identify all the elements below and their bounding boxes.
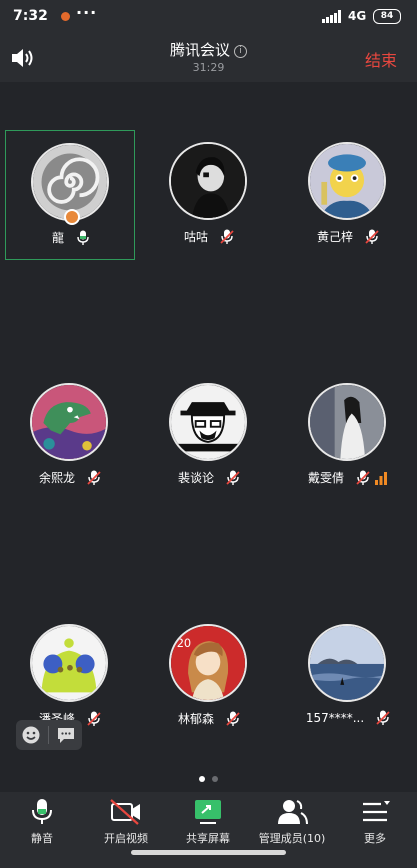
avatar-image	[310, 626, 384, 700]
chat-icon[interactable]	[56, 726, 76, 744]
start-video-label: 开启视频	[104, 832, 148, 845]
manage-members-label: 管理成员(10)	[258, 832, 326, 845]
participant-name-row: 咕咕	[144, 228, 274, 248]
manage-members-button[interactable]: 管理成员(10)	[250, 798, 334, 848]
avatar-image: 20	[171, 626, 245, 700]
avatar-image	[310, 385, 384, 459]
avatar-image	[33, 145, 107, 219]
participant-name-row: 戴雯倩	[283, 469, 413, 489]
reaction-chat-pill	[16, 720, 82, 750]
more-button[interactable]: 更多	[333, 798, 417, 848]
share-screen-button[interactable]: 共享屏幕	[166, 798, 250, 848]
start-video-button[interactable]: 开启视频	[84, 798, 168, 848]
emoji-icon[interactable]	[21, 725, 41, 745]
home-indicator	[131, 850, 286, 855]
participant-name-row: 余熙龙	[5, 469, 135, 489]
share-screen-icon	[195, 800, 221, 824]
meeting-title: 腾讯会议	[169, 41, 230, 59]
mic-muted-icon	[87, 711, 101, 726]
mute-label: 静音	[31, 832, 53, 845]
meeting-title-block[interactable]: 腾讯会议 i 31:29	[120, 39, 297, 74]
signal-strength-icon	[375, 471, 387, 485]
host-badge-icon	[64, 209, 80, 225]
participant-name: 咕咕	[183, 230, 208, 244]
network-type: 4G	[348, 9, 367, 23]
pill-divider	[48, 726, 49, 744]
participant-tile[interactable]: 20 林郁森	[144, 612, 274, 742]
mic-muted-icon	[226, 711, 240, 726]
participant-tile[interactable]: 咕咕	[144, 130, 274, 260]
participant-tile[interactable]: 黄己梓	[283, 130, 413, 260]
participant-tile[interactable]: 余熙龙	[5, 371, 135, 501]
avatar-image	[310, 144, 384, 218]
avatar	[308, 383, 386, 461]
mic-muted-icon	[226, 470, 240, 485]
app-notification-icon	[61, 12, 70, 21]
battery-icon: 84	[373, 9, 401, 24]
participant-name-row: 林郁森	[144, 710, 274, 730]
members-icon	[278, 800, 308, 825]
participant-name: 余熙龙	[38, 471, 75, 485]
participant-tile[interactable]: 157****...	[283, 612, 413, 742]
avatar: 20	[169, 624, 247, 702]
participant-tile[interactable]: 戴雯倩	[283, 371, 413, 501]
participant-name: 157****...	[305, 711, 365, 725]
signal-icon	[322, 10, 341, 23]
participant-name: 龍	[51, 231, 64, 245]
participant-name-row: 裴谈论	[144, 469, 274, 489]
page-dot-2[interactable]	[212, 776, 218, 782]
more-menu-icon	[363, 801, 390, 822]
avatar-image	[32, 626, 106, 700]
meeting-screen: 7:32 ··· 4G 84 腾讯会议 i 31:29 结束 龍 咕咕 黄己梓余熙龙 裴…	[0, 0, 417, 868]
mic-muted-icon	[220, 229, 234, 244]
meeting-header: 腾讯会议 i 31:29 结束	[0, 34, 417, 82]
more-notifications-icon: ···	[76, 3, 98, 22]
avatar	[169, 383, 247, 461]
microphone-icon	[32, 799, 52, 824]
participant-name: 黄己梓	[316, 230, 353, 244]
svg-text:20: 20	[177, 636, 191, 650]
status-bar: 7:32 ··· 4G 84	[0, 0, 417, 34]
participant-name-row: 龍	[6, 229, 136, 249]
speaker-icon[interactable]	[10, 47, 36, 69]
end-meeting-button[interactable]: 结束	[365, 47, 397, 71]
participant-name-row: 黄己梓	[283, 228, 413, 248]
mute-button[interactable]: 静音	[0, 798, 84, 848]
mic-muted-icon	[365, 229, 379, 244]
participant-name: 林郁森	[177, 712, 214, 726]
mic-muted-icon	[356, 470, 370, 485]
status-time: 7:32	[13, 8, 48, 24]
avatar	[30, 383, 108, 461]
participant-name: 戴雯倩	[307, 471, 344, 485]
mic-on-icon	[77, 230, 89, 245]
avatar	[308, 142, 386, 220]
avatar-image	[171, 144, 245, 218]
avatar-image	[171, 385, 245, 459]
mic-muted-icon	[87, 470, 101, 485]
more-label: 更多	[364, 832, 386, 845]
participant-tile[interactable]: 龍	[5, 130, 135, 260]
participant-name: 裴谈论	[177, 471, 214, 485]
video-off-icon	[110, 799, 140, 825]
avatar	[30, 624, 108, 702]
info-icon[interactable]: i	[234, 45, 247, 58]
participant-name-row: 157****...	[283, 710, 413, 730]
meeting-timer: 31:29	[192, 61, 225, 74]
mic-muted-icon	[376, 710, 390, 725]
share-screen-label: 共享屏幕	[186, 832, 230, 845]
bottom-toolbar: 静音 开启视频 共享屏幕 管理成员(10) 更多	[0, 792, 417, 868]
avatar-image	[32, 385, 106, 459]
participant-tile[interactable]: 裴谈论	[144, 371, 274, 501]
avatar	[169, 142, 247, 220]
page-dot-1[interactable]	[199, 776, 205, 782]
avatar	[308, 624, 386, 702]
